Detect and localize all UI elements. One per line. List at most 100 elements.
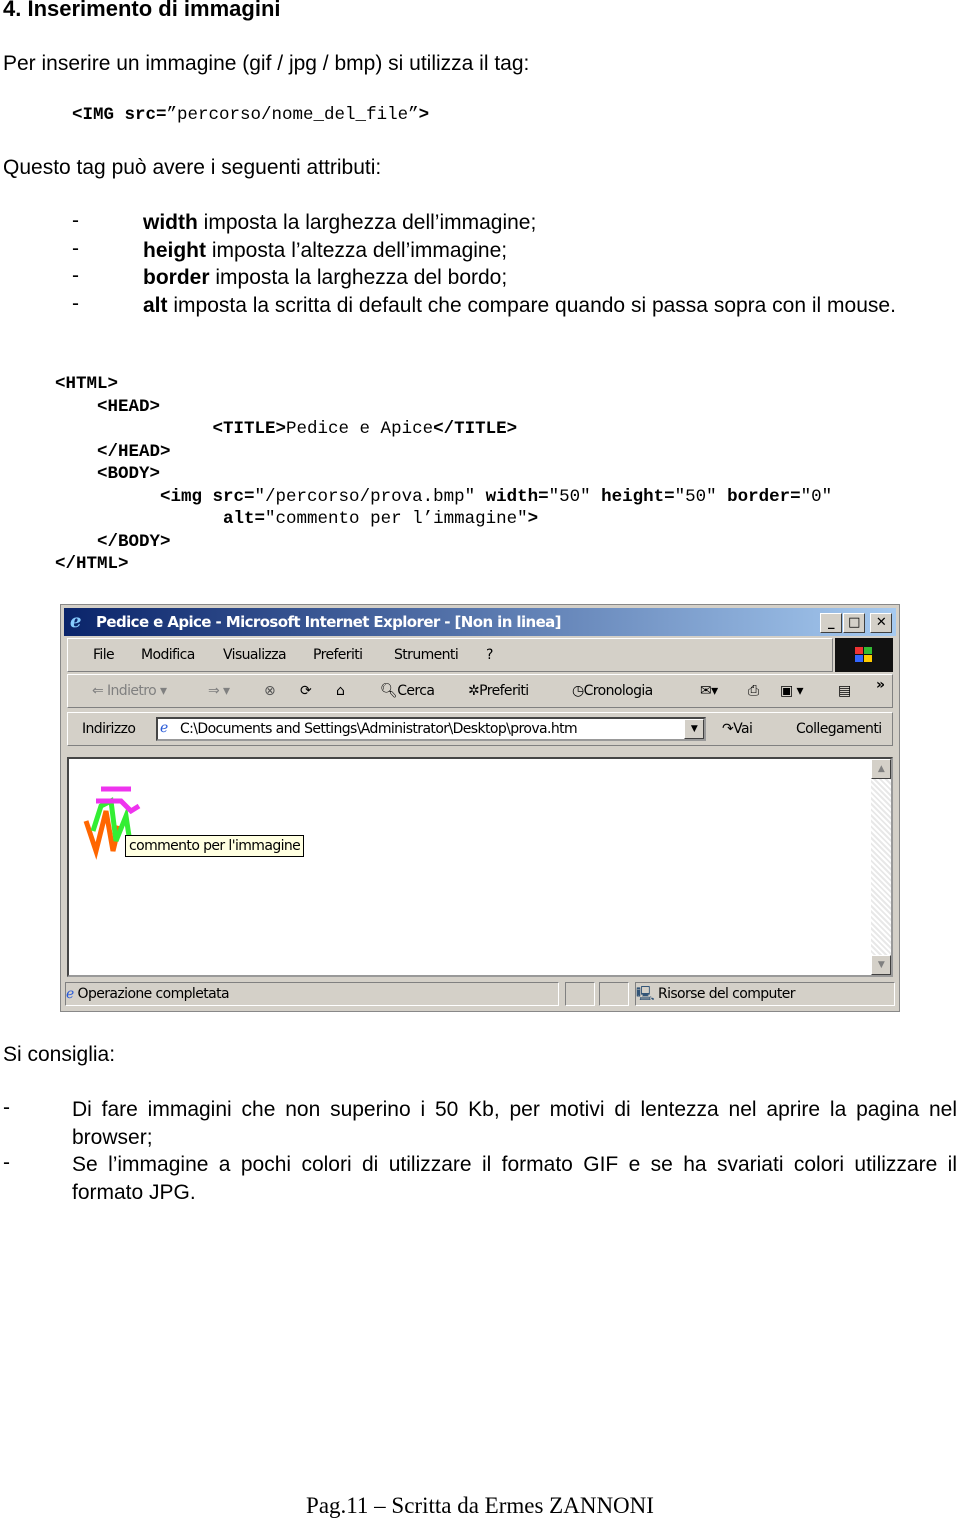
attribute-desc: imposta l’altezza dell’immagine;: [206, 238, 508, 262]
code-line: <HEAD>: [55, 397, 832, 420]
code-block: <HTML> <HEAD> <TITLE>Pedice e Apice</TIT…: [55, 374, 832, 577]
vertical-scrollbar[interactable]: ▲ ▼: [871, 759, 891, 975]
code-keyword: border=: [727, 486, 801, 507]
code-value: "0": [800, 486, 833, 507]
page-viewport: commento per l'immagine ▲ ▼: [67, 757, 893, 977]
code-keyword: <TITLE>: [55, 419, 287, 439]
links-button[interactable]: Collegamenti: [796, 721, 882, 737]
advice-text: Se l’immagine a pochi colori di utilizza…: [72, 1153, 957, 1204]
computer-icon: 🖳: [636, 986, 655, 1002]
favorites-button[interactable]: ✲Preferiti: [468, 683, 529, 699]
print-icon[interactable]: ⎙: [748, 683, 759, 699]
code-keyword: alt=: [55, 509, 266, 529]
code-keyword: >: [418, 105, 430, 125]
word-edit-icon[interactable]: ▣ ▾: [780, 683, 804, 699]
code-line: <TITLE>Pedice e Apice</TITLE>: [55, 419, 832, 442]
attribute-name: height: [143, 238, 206, 262]
status-cell: ℯ Operazione completata: [65, 982, 559, 1006]
menu-modifica[interactable]: Modifica: [141, 647, 195, 663]
code-keyword: width=: [485, 486, 549, 507]
zone-cell: 🖳 Risorse del computer: [635, 982, 895, 1006]
refresh-icon[interactable]: ⟳: [300, 683, 312, 699]
intro-paragraph: Per inserire un immagine (gif / jpg / bm…: [3, 52, 530, 75]
address-value: C:\Documents and Settings\Administrator\…: [180, 721, 578, 737]
search-button[interactable]: 🔍︎Cerca: [380, 683, 435, 699]
code-value: "50": [548, 486, 602, 507]
back-arrow-icon: ⇐: [92, 683, 104, 699]
code-value: ”percorso/nome_del_file”: [166, 105, 419, 125]
bullet-dash: -: [3, 1151, 10, 1174]
attribute-desc: imposta la scritta di default che compar…: [167, 293, 896, 317]
code-value: "commento per l’immagine": [265, 509, 528, 529]
attribute-name: width: [143, 211, 198, 234]
scroll-up-icon[interactable]: ▲: [871, 759, 891, 779]
address-dropdown-icon[interactable]: ▼: [684, 719, 704, 739]
standard-toolbar: ⇐ Indietro ▾ ⇒ ▾ ⊗ ⟳ ⌂ 🔍︎Cerca ✲Preferit…: [67, 674, 893, 708]
code-keyword: <IMG: [72, 105, 125, 125]
page-footer: Pag.11 – Scritta da Ermes ZANNONI: [306, 1493, 654, 1518]
back-button[interactable]: ⇐ Indietro ▾: [92, 683, 167, 699]
code-line: <BODY>: [55, 464, 832, 487]
history-button[interactable]: ◷Cronologia: [572, 683, 653, 699]
code-keyword: </TITLE>: [433, 419, 518, 439]
attribute-desc: imposta la larghezza del bordo;: [209, 266, 508, 289]
advice-intro: Si consiglia:: [3, 1043, 116, 1066]
title-bar: ℯ Pedice e Apice - Microsoft Internet Ex…: [64, 608, 896, 636]
code-line: <HTML>: [55, 374, 832, 397]
discuss-icon[interactable]: ▤: [838, 683, 851, 699]
bullet-dash: -: [3, 1096, 10, 1119]
code-keyword: >: [527, 509, 539, 529]
code-keyword: height=: [601, 486, 675, 507]
scroll-down-icon[interactable]: ▼: [871, 955, 891, 975]
page-done-icon: ℯ: [66, 986, 74, 1002]
code-keyword: <HTML>: [55, 374, 119, 394]
zone-text: Risorse del computer: [657, 986, 796, 1002]
code-value: Pedice e Apice: [286, 419, 434, 439]
close-button[interactable]: ✕: [870, 613, 892, 633]
menu-bar: File Modifica Visualizza Preferiti Strum…: [67, 638, 833, 672]
go-arrow-icon: ↷: [722, 721, 734, 737]
status-bar: ℯ Operazione completata 🖳 Risorse del co…: [65, 982, 895, 1008]
page-icon: ℯ: [160, 720, 168, 736]
code-value: "50": [674, 486, 728, 507]
go-button[interactable]: ↷Vai: [722, 721, 753, 737]
bullet-dash: -: [72, 291, 79, 315]
menu-strumenti[interactable]: Strumenti: [394, 647, 459, 663]
attribute-name: alt: [143, 293, 168, 317]
browser-screenshot: ℯ Pedice e Apice - Microsoft Internet Ex…: [60, 604, 900, 1012]
search-icon: 🔍︎: [380, 683, 398, 699]
code-keyword: <BODY>: [55, 464, 161, 484]
menu-preferiti[interactable]: Preferiti: [313, 647, 363, 663]
attribute-name: border: [143, 266, 210, 289]
forward-button[interactable]: ⇒ ▾: [208, 683, 230, 699]
status-text: Operazione completata: [77, 986, 230, 1002]
mail-icon[interactable]: ✉▾: [700, 683, 718, 699]
window-title: Pedice e Apice - Microsoft Internet Expl…: [96, 613, 562, 631]
history-icon: ◷: [572, 683, 584, 699]
code-line: alt="commento per l’immagine">: [55, 509, 832, 532]
address-bar: Indirizzo ℯ C:\Documents and Settings\Ad…: [67, 712, 893, 746]
menu-file[interactable]: File: [93, 647, 115, 663]
maximize-button[interactable]: □: [843, 613, 865, 633]
menu-help[interactable]: ?: [486, 647, 493, 663]
more-chevron-icon[interactable]: »: [876, 677, 885, 693]
code-value: "/percorso/prova.bmp": [254, 486, 486, 507]
ie-logo-icon: ℯ: [70, 611, 81, 632]
favorites-icon: ✲: [468, 683, 480, 699]
code-line: </HTML>: [55, 554, 832, 577]
menu-visualizza[interactable]: Visualizza: [223, 647, 287, 663]
stop-icon[interactable]: ⊗: [264, 683, 276, 699]
minimize-button[interactable]: _: [820, 613, 842, 633]
advice-text: Di fare immagini che non superino i 50 K…: [72, 1098, 957, 1149]
bullet-dash: -: [72, 264, 79, 287]
code-keyword: src=: [124, 105, 167, 125]
code-keyword: </HTML>: [55, 554, 129, 574]
alt-tooltip: commento per l'immagine: [125, 835, 305, 857]
code-keyword: </HEAD>: [55, 441, 171, 462]
status-cell: [565, 982, 595, 1006]
address-input[interactable]: ℯ C:\Documents and Settings\Administrato…: [156, 717, 706, 741]
bullet-dash: -: [72, 209, 79, 232]
code-keyword: </BODY>: [55, 531, 171, 552]
tag-example: <IMG src=”percorso/nome_del_file”>: [72, 105, 429, 125]
home-icon[interactable]: ⌂: [336, 683, 345, 699]
